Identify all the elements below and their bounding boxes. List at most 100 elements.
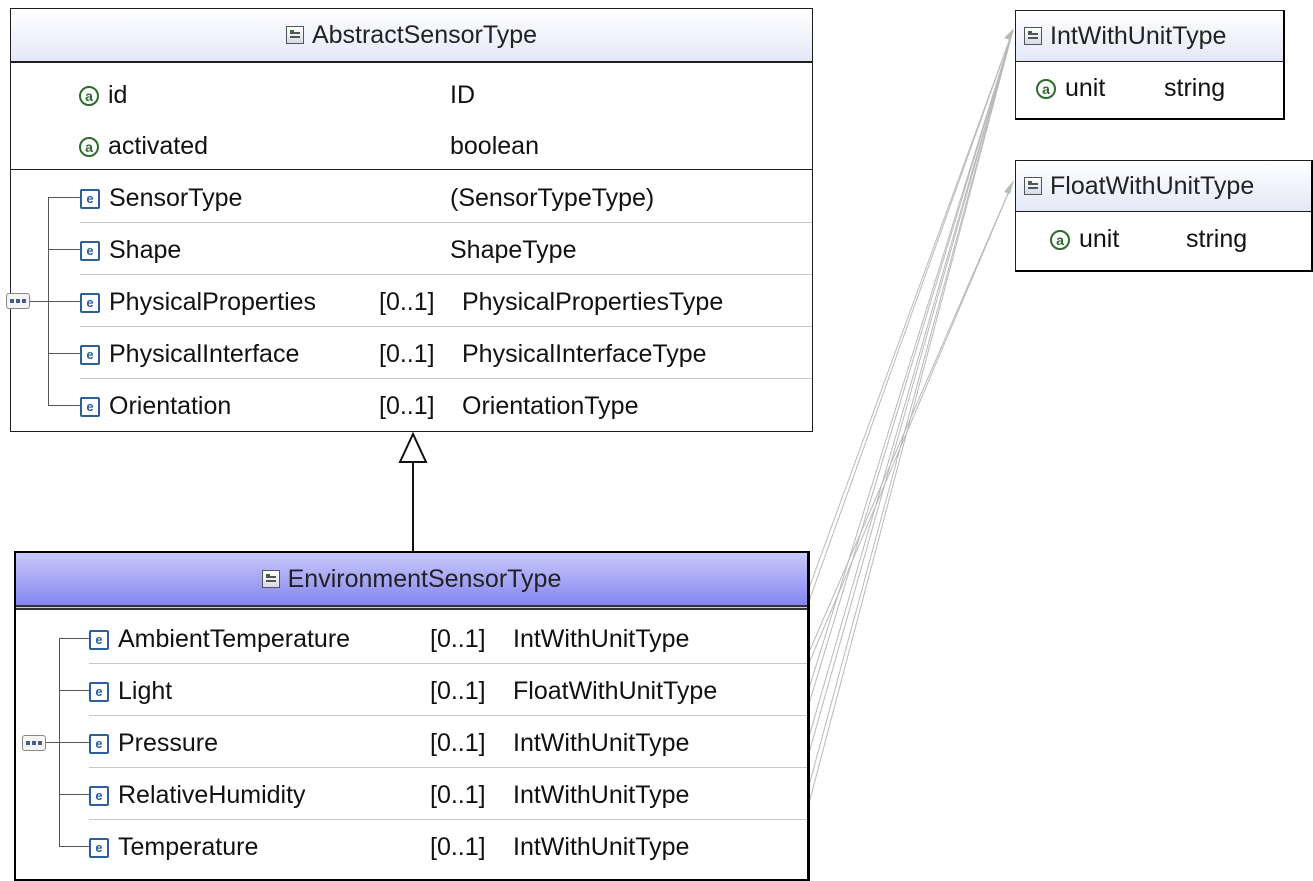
row-separator [89,715,807,716]
element-icon: e [80,396,100,417]
element-row-physical-interface[interactable]: e PhysicalInterface [80,340,299,369]
complex-type-icon [261,570,280,588]
attribute-row-unit[interactable]: a unit [1036,74,1105,103]
attribute-type-cell: string [1164,74,1225,103]
complex-type-icon [1024,177,1042,195]
attribute-type: string [1186,225,1248,253]
element-occurs-cell: [0..1] [379,288,435,317]
element-occurs: [0..1] [430,625,486,653]
element-type-cell: OrientationType [462,392,639,421]
element-icon: e [89,785,109,806]
element-type: OrientationType [462,392,639,420]
element-name: AmbientTemperature [118,625,351,653]
tree-branch [48,197,80,198]
element-type-cell: IntWithUnitType [513,781,689,810]
inheritance-arrowhead [398,431,428,463]
element-type: IntWithUnitType [513,781,690,809]
element-name: Pressure [118,729,219,757]
tree-branch [48,249,80,250]
element-name: Light [118,677,173,705]
element-name: Shape [109,236,182,264]
attribute-icon: a [1050,229,1070,250]
element-type: PhysicalPropertiesType [462,288,724,316]
row-separator [89,663,807,664]
element-type-cell: IntWithUnitType [513,833,689,862]
sequence-compositor-icon[interactable] [6,293,30,309]
element-row-shape[interactable]: e Shape [80,236,181,265]
element-occurs: [0..1] [430,677,486,705]
element-type-cell: PhysicalPropertiesType [462,288,723,317]
sequence-compositor-icon[interactable] [22,735,46,751]
element-occurs-cell: [0..1] [430,833,486,862]
element-row-sensortype[interactable]: e SensorType [80,184,242,213]
element-type-cell: IntWithUnitType [513,729,689,758]
element-type: IntWithUnitType [513,625,690,653]
attribute-icon: a [79,85,99,106]
element-type: PhysicalInterfaceType [462,340,707,368]
element-occurs: [0..1] [430,729,486,757]
element-row-orientation[interactable]: e Orientation [80,392,231,421]
element-icon: e [89,629,109,650]
element-icon: e [80,292,100,313]
row-separator [80,378,812,379]
element-occurs-cell: [0..1] [430,625,486,654]
row-separator [80,326,812,327]
float-with-unit-type-box[interactable]: FloatWithUnitType a unit string [1015,160,1313,272]
element-row-relative-humidity[interactable]: e RelativeHumidity [89,781,306,810]
complex-type-icon [285,26,304,44]
attribute-type-cell: ID [450,81,475,110]
element-row-temperature[interactable]: e Temperature [89,833,258,862]
attribute-name: id [108,81,128,109]
int-with-unit-type-header: IntWithUnitType [1016,11,1283,62]
attribute-name: unit [1065,74,1106,102]
attribute-type: string [1164,74,1226,102]
attribute-type-cell: boolean [450,132,539,161]
element-row-ambient-temperature[interactable]: e AmbientTemperature [89,625,350,654]
element-icon: e [89,837,109,858]
row-separator [80,222,812,223]
element-occurs-cell: [0..1] [379,392,435,421]
attribute-row-unit[interactable]: a unit [1050,225,1119,254]
tree-branch [59,794,89,795]
element-icon: e [80,344,100,365]
row-separator [89,819,807,820]
element-occurs: [0..1] [379,340,435,368]
element-type-cell: (SensorTypeType) [450,184,654,213]
element-name: PhysicalProperties [109,288,317,316]
environment-sensor-type-title: EnvironmentSensorType [287,564,562,593]
element-row-physical-properties[interactable]: e PhysicalProperties [80,288,316,317]
tree-branch [59,638,89,639]
attribute-icon: a [79,136,99,157]
element-occurs-cell: [0..1] [379,340,435,369]
attribute-name: activated [108,132,209,160]
int-with-unit-type-box[interactable]: IntWithUnitType a unit string [1015,10,1285,120]
row-separator [80,274,812,275]
element-row-light[interactable]: e Light [89,677,172,706]
tree-branch [59,846,89,847]
element-occurs: [0..1] [430,833,486,861]
element-name: RelativeHumidity [118,781,306,809]
attribute-row-activated[interactable]: a activated [79,132,208,161]
element-type-cell: ShapeType [450,236,577,265]
element-type: (SensorTypeType) [450,184,655,212]
attribute-icon: a [1036,78,1056,99]
attribute-type: boolean [450,132,539,160]
attribute-row-id[interactable]: a id [79,81,127,110]
float-with-unit-type-header: FloatWithUnitType [1016,161,1311,212]
element-occurs-cell: [0..1] [430,677,486,706]
abstract-sensor-type-box[interactable]: AbstractSensorType a id ID a activated b… [10,8,813,432]
element-type-cell: PhysicalInterfaceType [462,340,707,369]
element-row-pressure[interactable]: e Pressure [89,729,218,758]
element-type: ShapeType [450,236,577,264]
environment-sensor-type-header: EnvironmentSensorType [16,553,807,610]
tree-branch [59,690,89,691]
element-occurs-cell: [0..1] [430,781,486,810]
element-type-cell: FloatWithUnitType [513,677,717,706]
environment-sensor-type-box[interactable]: EnvironmentSensorType e AmbientTemperatu… [14,551,810,881]
element-occurs-cell: [0..1] [430,729,486,758]
int-with-unit-type-title: IntWithUnitType [1050,21,1227,50]
tree-branch [26,301,80,302]
element-occurs: [0..1] [379,392,435,420]
tree-branch [48,405,80,406]
element-type-cell: IntWithUnitType [513,625,689,654]
